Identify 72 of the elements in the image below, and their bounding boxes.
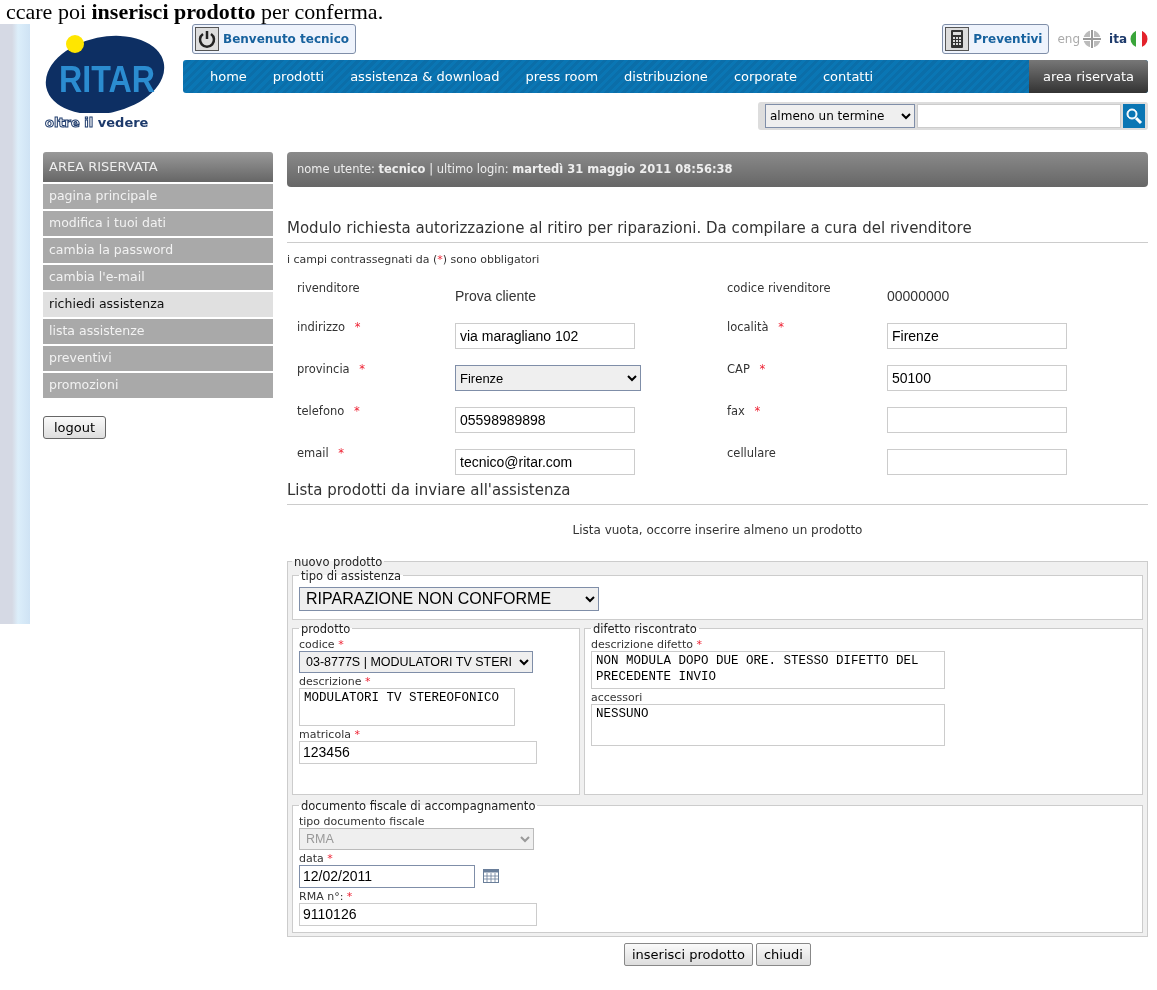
calendar-icon[interactable] — [483, 869, 499, 884]
field-label: matricola * — [299, 727, 361, 741]
section-title: Lista prodotti da inviare all'assistenza — [287, 479, 1148, 505]
date-field[interactable]: 12/02/2011 — [299, 864, 475, 888]
field-value: 00000000 — [887, 287, 951, 307]
field-label: fax * — [727, 403, 762, 421]
close-button[interactable]: chiudi — [755, 942, 811, 967]
input-field[interactable] — [887, 449, 1067, 476]
uk-flag-icon — [1083, 30, 1102, 48]
field-label: cellulare — [727, 445, 777, 463]
input-field[interactable]: 9110126 — [299, 902, 537, 926]
empty-list-message: Lista vuota, occorre inserire almeno un prodotto — [571, 521, 864, 539]
quotes-button[interactable]: Preventivi — [942, 24, 1050, 54]
field-label: descrizione difetto * — [591, 637, 703, 651]
nav-link[interactable]: home — [197, 66, 260, 87]
user-info-bar: nome utente: tecnico | ultimo login: martedì 31 maggio 2011 08:56:38 — [287, 152, 1148, 188]
dropdown-field[interactable]: RIPARAZIONE NON CONFORME — [299, 586, 599, 611]
logout-button[interactable]: logout — [43, 415, 107, 439]
nav-link[interactable]: assistenza & download — [337, 66, 513, 87]
input-field[interactable]: via maragliano 102 — [455, 323, 635, 350]
panel-legend: documento fiscale di accompagnamento — [299, 798, 538, 813]
dropdown-field[interactable]: Firenze — [455, 365, 641, 392]
form-title: Modulo richiesta autorizzazione al ritiro per riparazioni. Da compilare a cura del rivenditore — [287, 217, 1148, 243]
nav-link[interactable]: area riservata — [1029, 60, 1148, 93]
search-mode-select[interactable]: almeno un termine — [765, 104, 915, 128]
field-value: Prova cliente — [455, 287, 537, 307]
field-label: codice rivenditore — [727, 280, 832, 298]
nav-link[interactable]: distribuzione — [611, 66, 721, 87]
required-fields-note: i campi contrassegnati da (*) sono obbligatori — [287, 251, 541, 268]
power-icon — [195, 27, 219, 51]
document-text: ccare poi inserisci prodotto per conferma. — [5, 0, 385, 24]
field-label: descrizione * — [299, 674, 372, 688]
nav-link[interactable]: corporate — [720, 66, 810, 87]
field-label: codice * — [299, 637, 345, 651]
text-area[interactable]: MODULATORI TV STEREOFONICO — [299, 687, 515, 726]
field-label: località * — [727, 319, 785, 337]
input-field[interactable] — [887, 407, 1067, 434]
logo-tagline: oltre il vedere — [45, 114, 150, 132]
sidebar-title: AREA RISERVATA — [43, 152, 273, 182]
calculator-icon — [945, 27, 970, 51]
field-label: telefono * — [297, 403, 361, 421]
field-label: rivenditore — [297, 280, 361, 298]
search-button[interactable] — [1123, 104, 1145, 128]
panel-legend: tipo di assistenza — [299, 568, 404, 583]
italy-flag-icon — [1130, 30, 1148, 48]
sidebar-item[interactable]: richiedi assistenza — [43, 291, 273, 317]
language-link[interactable]: ita — [1109, 30, 1127, 48]
field-label: indirizzo * — [297, 319, 362, 337]
nav-link[interactable]: contatti — [809, 66, 887, 87]
insert-product-button[interactable]: inserisci prodotto — [624, 942, 753, 967]
nav-link[interactable]: prodotti — [259, 66, 338, 87]
search-field[interactable] — [917, 104, 1121, 128]
input-field[interactable]: Firenze — [887, 323, 1067, 350]
panel-legend: nuovo prodotto — [292, 554, 385, 569]
welcome-button[interactable]: Benvenuto tecnico — [192, 24, 357, 54]
field-label: CAP * — [727, 361, 767, 379]
input-field[interactable]: 50100 — [887, 365, 1067, 392]
text-area[interactable]: NON MODULA DOPO DUE ORE. STESSO DIFETTO DEL PRECEDENTE INVIO — [591, 650, 945, 689]
input-field[interactable]: 123456 — [299, 740, 537, 764]
text-area[interactable]: NESSUNO — [591, 703, 945, 746]
field-label: tipo documento fiscale — [299, 814, 426, 828]
field-label: provincia * — [297, 361, 367, 379]
panel-legend: difetto riscontrato — [591, 621, 699, 636]
field-label: RMA n°: * — [299, 889, 354, 903]
field-label: accessori — [591, 690, 644, 704]
dropdown-field[interactable]: 03-8777S | MODULATORI TV STERI — [299, 650, 533, 673]
input-field[interactable]: tecnico@ritar.com — [455, 449, 635, 476]
nav-link[interactable]: press room — [512, 66, 612, 87]
field-label: email * — [297, 445, 346, 463]
panel-legend: prodotto — [299, 621, 353, 636]
input-field[interactable]: 05598989898 — [455, 407, 635, 434]
field-label: data * — [299, 851, 334, 865]
